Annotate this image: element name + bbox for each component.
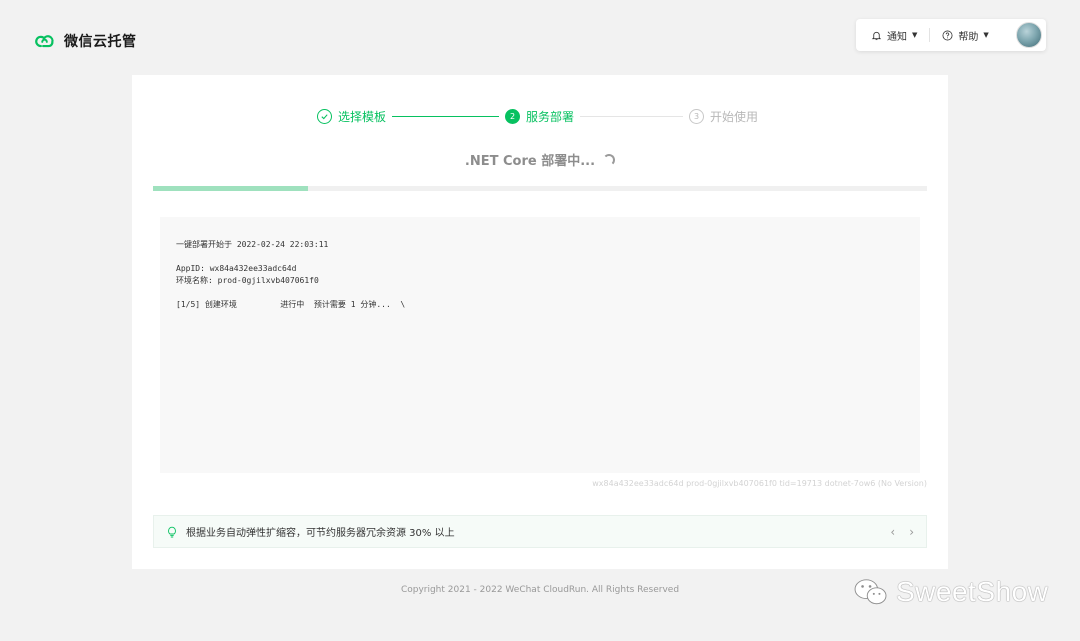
loading-spinner-icon (603, 154, 616, 166)
deploy-status-title: .NET Core 部署中... (132, 150, 948, 169)
caret-down-icon: ▼ (983, 31, 989, 39)
watermark-text: SweetShow (896, 576, 1049, 607)
step-connector (580, 115, 684, 117)
notify-label: 通知 (887, 31, 907, 43)
brand[interactable]: 微信云托管 (34, 30, 137, 52)
help-menu[interactable]: 帮助 ▼ (934, 19, 996, 51)
help-label: 帮助 (958, 31, 979, 43)
tip-banner: 根据业务自动弹性扩缩容，可节约服务器冗余资源 30% 以上 ‹ › (153, 515, 927, 548)
log-line: 一键部署开始于 2022-02-24 22:03:11 (176, 240, 329, 249)
step-label: 选择模板 (338, 109, 387, 124)
step-number: 3 (689, 108, 705, 124)
step-label: 开始使用 (710, 109, 759, 124)
tip-nav: ‹ › (890, 525, 914, 539)
wechat-logo-icon (854, 579, 887, 605)
avatar[interactable] (1016, 22, 1042, 48)
deploy-meta: wx84a432ee33adc64d prod-0gjilxvb407061f0… (592, 479, 927, 488)
step-indicator: 选择模板 2 服务部署 3 开始使用 (317, 107, 758, 125)
step-start-using: 3 开始使用 (689, 108, 758, 125)
caret-down-icon: ▼ (912, 31, 918, 39)
toolbar-divider (929, 28, 931, 42)
cloud-logo-icon (35, 35, 54, 48)
step-connector (392, 115, 500, 117)
lightbulb-icon (168, 526, 176, 537)
check-icon (317, 108, 332, 124)
step-number: 2 (505, 108, 521, 124)
deploy-card: 选择模板 2 服务部署 3 开始使用 .NET Core 部署中... 一键部署… (132, 75, 948, 569)
step-service-deploy: 2 服务部署 (505, 108, 574, 125)
log-line: AppID: wx84a432ee33adc64d (176, 264, 297, 273)
chevron-right-icon[interactable]: › (909, 525, 914, 539)
help-circle-icon (942, 30, 953, 40)
progress-fill (153, 186, 308, 191)
top-toolbar: 通知 ▼ 帮助 ▼ (856, 19, 1046, 51)
deploy-log: 一键部署开始于 2022-02-24 22:03:11 AppID: wx84a… (160, 217, 920, 473)
tip-text: 根据业务自动弹性扩缩容，可节约服务器冗余资源 30% 以上 (186, 528, 455, 539)
step-label: 服务部署 (526, 109, 575, 124)
log-line: [1/5] 创建环境 进行中 预计需要 1 分钟... \ (176, 300, 406, 309)
watermark: SweetShow (852, 576, 1048, 608)
notify-menu[interactable]: 通知 ▼ (856, 19, 925, 51)
chevron-left-icon[interactable]: ‹ (890, 525, 895, 539)
brand-name: 微信云托管 (64, 34, 137, 50)
deploy-progress-bar (153, 186, 927, 191)
deploy-title-text: .NET Core 部署中... (464, 154, 596, 169)
bell-icon (871, 31, 882, 40)
step-select-template: 选择模板 (317, 108, 386, 125)
log-line: 环境名称: prod-0gjilxvb407061f0 (176, 276, 319, 285)
